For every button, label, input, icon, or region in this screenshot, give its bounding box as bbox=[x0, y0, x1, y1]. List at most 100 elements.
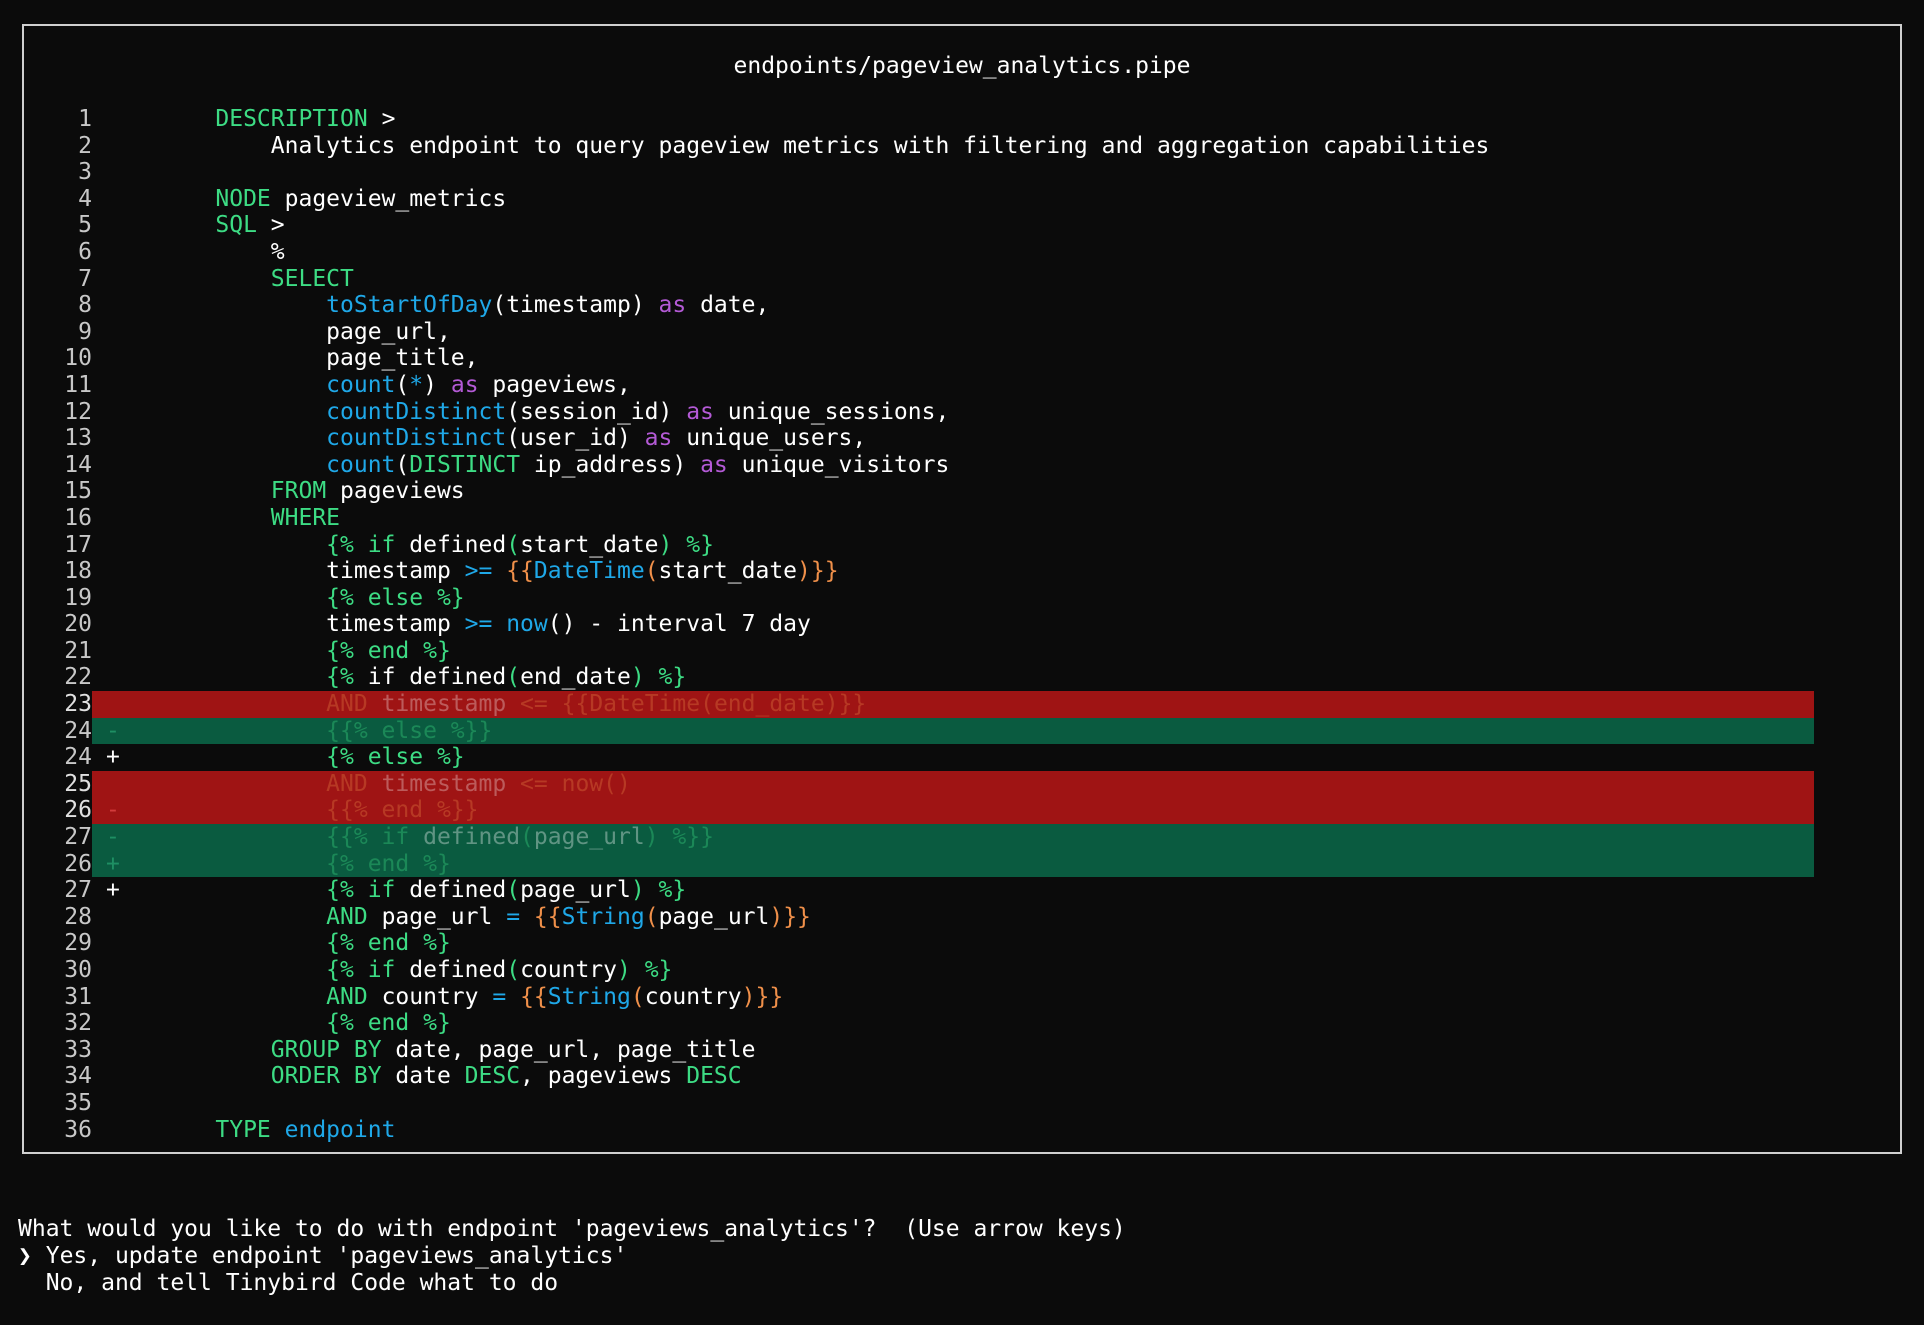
prompt-question: What would you like to do with endpoint … bbox=[18, 1216, 1126, 1242]
code-token: (user_id) bbox=[506, 425, 645, 452]
code-token: TYPE bbox=[215, 1116, 271, 1143]
code-token: country bbox=[367, 983, 493, 1010]
code-token: {% else %} bbox=[326, 744, 465, 771]
code-text: {% else %} bbox=[160, 585, 464, 612]
code-token: DESC bbox=[686, 1063, 742, 1090]
code-token: {% bbox=[326, 664, 354, 691]
code-line: 34 ORDER BY date DESC, pageviews DESC bbox=[24, 1063, 1900, 1090]
code-token: defined bbox=[395, 531, 507, 558]
code-token: AND bbox=[326, 903, 368, 930]
line-number: 2 bbox=[78, 132, 92, 159]
code-token: DESCRIPTION bbox=[215, 106, 368, 132]
line-number: 21 bbox=[64, 637, 92, 664]
code-text: page_url, bbox=[160, 319, 451, 346]
line-number: 24 bbox=[64, 717, 92, 744]
code-token: = bbox=[492, 983, 507, 1010]
removed-line: 23 AND timestamp <= {{DateTime(end_date)… bbox=[24, 691, 1900, 718]
code-text: AND country = {{String(country)}} bbox=[160, 984, 783, 1011]
code-line: 36 TYPE endpoint bbox=[24, 1117, 1900, 1144]
code-text: TYPE endpoint bbox=[160, 1117, 395, 1144]
diff-marker: - bbox=[106, 797, 120, 824]
line-number: 14 bbox=[64, 451, 92, 478]
code-text: ORDER BY date DESC, pageviews DESC bbox=[160, 1063, 742, 1090]
code-token: % bbox=[160, 238, 285, 265]
option-label: Yes, update endpoint 'pageviews_analytic… bbox=[45, 1243, 628, 1269]
code-token: )}} bbox=[769, 903, 811, 930]
code-text: {{% if defined(page_url) %}} bbox=[160, 824, 714, 851]
code-token: timestamp bbox=[160, 611, 465, 638]
code-token: = bbox=[506, 903, 521, 930]
code-token: Analytics endpoint to query pageview met… bbox=[160, 132, 1490, 159]
line-number: 9 bbox=[78, 318, 92, 345]
code-token: ( bbox=[630, 983, 645, 1010]
removed-line: 25 AND timestamp <= now() bbox=[24, 770, 1900, 798]
code-text: {% end %} bbox=[160, 638, 451, 665]
option-no-tell[interactable]: No, and tell Tinybird Code what to do bbox=[18, 1270, 1126, 1297]
code-text: {{% else %}} bbox=[160, 718, 492, 745]
code-token: {% end %} bbox=[326, 850, 451, 877]
code-line: 16 WHERE bbox=[24, 505, 1900, 532]
code-token: ( bbox=[506, 664, 521, 691]
diff-marker: - bbox=[106, 717, 120, 744]
code-token: ( bbox=[506, 877, 521, 904]
removed-line: 26- {{% end %}} bbox=[24, 797, 1900, 825]
line-number: 6 bbox=[78, 238, 92, 265]
code-line: 32 {% end %} bbox=[24, 1010, 1900, 1037]
code-text: {% if defined(start_date) %} bbox=[160, 532, 714, 559]
code-line: 6 % bbox=[24, 239, 1900, 266]
line-number: 11 bbox=[64, 371, 92, 398]
line-number: 19 bbox=[64, 584, 92, 611]
code-token: FROM bbox=[270, 478, 327, 505]
code-token: endpoint bbox=[284, 1116, 396, 1143]
added-line: 24- {{% else %}} bbox=[24, 717, 1900, 745]
code-token: <= bbox=[520, 770, 548, 797]
code-token: ( bbox=[644, 558, 659, 585]
code-line: 30 {% if defined(country) %} bbox=[24, 957, 1900, 984]
line-number: 20 bbox=[64, 611, 92, 638]
code-token: now bbox=[506, 611, 548, 638]
code-token: {{ bbox=[533, 903, 562, 930]
code-line: 4 NODE pageview_metrics bbox=[24, 186, 1900, 213]
code-token: now() bbox=[547, 770, 631, 797]
code-text: WHERE bbox=[160, 505, 340, 532]
code-token: ( bbox=[395, 451, 410, 478]
code-token: {% if bbox=[326, 957, 396, 983]
line-number: 28 bbox=[64, 903, 92, 930]
code-token: {{ bbox=[506, 558, 534, 585]
option-label: No, and tell Tinybird Code what to do bbox=[45, 1270, 559, 1296]
code-text: countDistinct(user_id) as unique_users, bbox=[160, 425, 866, 452]
code-token: date bbox=[381, 1063, 465, 1090]
code-text: SELECT bbox=[160, 266, 354, 293]
code-line: 33 GROUP BY date, page_url, page_title bbox=[24, 1037, 1900, 1064]
line-number: 13 bbox=[64, 425, 92, 452]
code-token: (end_date)}} bbox=[700, 691, 867, 718]
option-yes-update[interactable]: ❯ Yes, update endpoint 'pageviews_analyt… bbox=[18, 1243, 1126, 1270]
code-token: start_date bbox=[520, 531, 659, 558]
line-number: 26 bbox=[64, 797, 92, 824]
code-line: 9 page_url, bbox=[24, 319, 1900, 346]
code-text: % bbox=[160, 239, 285, 266]
code-token: count bbox=[326, 371, 396, 398]
code-token: {{ bbox=[561, 691, 590, 718]
code-token: unique_sessions, bbox=[713, 398, 950, 425]
code-diff: 1 DESCRIPTION >2 Analytics endpoint to q… bbox=[24, 106, 1900, 1143]
code-text: SQL > bbox=[160, 212, 284, 239]
code-token: countDistinct bbox=[326, 425, 507, 452]
code-token: NODE bbox=[215, 185, 271, 212]
